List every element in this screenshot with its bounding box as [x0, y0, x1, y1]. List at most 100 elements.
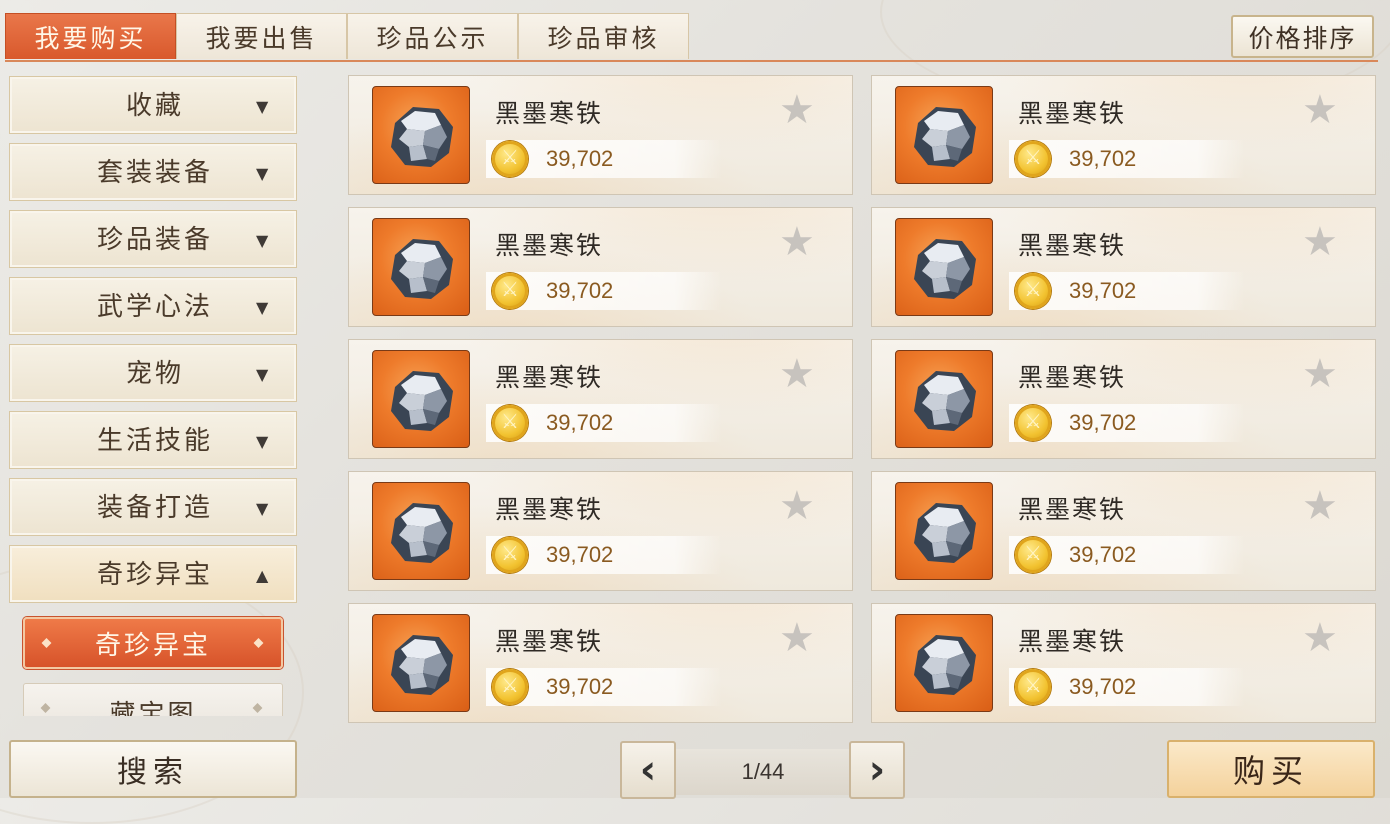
item-name: 黑墨寒铁: [495, 363, 604, 392]
category-sidebar: 收藏 ▼ 套装装备 ▼ 珍品装备 ▼ 武学心法 ▼ 宠物 ▼ 生活技能 ▼ 装备…: [9, 76, 298, 716]
category-label: 宠物: [125, 359, 184, 389]
item-name: 黑墨寒铁: [495, 99, 604, 128]
item-price: 39,702: [1069, 410, 1137, 435]
gold-coin-icon: [1015, 669, 1051, 705]
gold-coin-icon: [492, 141, 528, 177]
gold-coin-icon: [492, 405, 528, 441]
tab-buy[interactable]: 我要购买: [5, 13, 176, 59]
black-iron-ore-icon: [895, 350, 993, 448]
category-label: 套装装备: [96, 158, 213, 188]
item-name: 黑墨寒铁: [1018, 99, 1127, 128]
favorite-star-icon[interactable]: ★: [779, 222, 815, 262]
item-card[interactable]: 黑墨寒铁 39,702 ★: [871, 339, 1376, 459]
gold-coin-icon: [492, 669, 528, 705]
item-name: 黑墨寒铁: [1018, 627, 1127, 656]
favorite-star-icon[interactable]: ★: [1302, 486, 1338, 526]
tab-treasure-showcase[interactable]: 珍品公示: [347, 13, 518, 59]
item-price: 39,702: [1069, 674, 1137, 699]
chevron-down-icon: ▼: [256, 164, 269, 183]
black-iron-ore-icon: [372, 614, 470, 712]
chevron-down-icon: ▼: [256, 298, 269, 317]
subcategory-label: 奇珍异宝: [94, 630, 211, 661]
buy-button[interactable]: 购买: [1167, 740, 1375, 798]
page-indicator: 1/44: [676, 749, 850, 795]
category-label: 收藏: [125, 91, 184, 121]
item-name: 黑墨寒铁: [495, 231, 604, 260]
black-iron-ore-icon: [895, 218, 993, 316]
favorite-star-icon[interactable]: ★: [1302, 222, 1338, 262]
category-pets[interactable]: 宠物 ▼: [9, 344, 297, 402]
item-name: 黑墨寒铁: [1018, 363, 1127, 392]
chevron-down-icon: ▼: [256, 432, 269, 451]
favorite-star-icon[interactable]: ★: [1302, 90, 1338, 130]
chevron-down-icon: ▼: [256, 365, 269, 384]
category-label: 珍品装备: [96, 225, 213, 255]
black-iron-ore-icon: [372, 218, 470, 316]
item-card[interactable]: 黑墨寒铁 39,702 ★: [348, 471, 853, 591]
favorite-star-icon[interactable]: ★: [1302, 354, 1338, 394]
item-card[interactable]: 黑墨寒铁 39,702 ★: [348, 207, 853, 327]
favorite-star-icon[interactable]: ★: [1302, 618, 1338, 658]
gold-coin-icon: [492, 273, 528, 309]
favorite-star-icon[interactable]: ★: [779, 354, 815, 394]
next-page-button[interactable]: ›: [849, 741, 905, 799]
black-iron-ore-icon: [372, 482, 470, 580]
category-label: 装备打造: [96, 493, 213, 523]
price-bar: 39,702: [1009, 272, 1245, 310]
item-price: 39,702: [546, 146, 614, 171]
chevron-down-icon: ▼: [256, 231, 269, 250]
category-set-equipment[interactable]: 套装装备 ▼: [9, 143, 297, 201]
price-bar: 39,702: [1009, 404, 1245, 442]
category-martial-arts[interactable]: 武学心法 ▼: [9, 277, 297, 335]
favorite-star-icon[interactable]: ★: [779, 486, 815, 526]
chevron-left-icon: ‹: [639, 747, 657, 793]
item-card[interactable]: 黑墨寒铁 39,702 ★: [348, 603, 853, 723]
category-label: 武学心法: [96, 292, 213, 322]
item-name: 黑墨寒铁: [1018, 231, 1127, 260]
category-rare-equipment[interactable]: 珍品装备 ▼: [9, 210, 297, 268]
category-rare-treasures[interactable]: 奇珍异宝 ▲: [9, 545, 297, 603]
chevron-up-icon: ▲: [256, 566, 269, 585]
item-card[interactable]: 黑墨寒铁 39,702 ★: [871, 207, 1376, 327]
chevron-down-icon: ▼: [256, 499, 269, 518]
black-iron-ore-icon: [895, 482, 993, 580]
item-card[interactable]: 黑墨寒铁 39,702 ★: [871, 603, 1376, 723]
price-bar: 39,702: [1009, 536, 1245, 574]
subcategory-treasure-map[interactable]: 藏宝图: [23, 683, 283, 716]
item-price: 39,702: [546, 410, 614, 435]
price-sort-button[interactable]: 价格排序: [1231, 15, 1374, 58]
tab-treasure-review[interactable]: 珍品审核: [518, 13, 689, 59]
item-price: 39,702: [546, 542, 614, 567]
black-iron-ore-icon: [372, 350, 470, 448]
favorite-star-icon[interactable]: ★: [779, 618, 815, 658]
item-price: 39,702: [1069, 542, 1137, 567]
prev-page-button[interactable]: ‹: [620, 741, 676, 799]
category-life-skills[interactable]: 生活技能 ▼: [9, 411, 297, 469]
favorite-star-icon[interactable]: ★: [779, 90, 815, 130]
item-card[interactable]: 黑墨寒铁 39,702 ★: [348, 75, 853, 195]
gold-coin-icon: [1015, 405, 1051, 441]
item-name: 黑墨寒铁: [495, 627, 604, 656]
item-card[interactable]: 黑墨寒铁 39,702 ★: [871, 75, 1376, 195]
black-iron-ore-icon: [895, 614, 993, 712]
item-card[interactable]: 黑墨寒铁 39,702 ★: [871, 471, 1376, 591]
category-equipment-crafting[interactable]: 装备打造 ▼: [9, 478, 297, 536]
price-bar: 39,702: [1009, 668, 1245, 706]
black-iron-ore-icon: [895, 86, 993, 184]
search-button[interactable]: 搜索: [9, 740, 297, 798]
category-label: 生活技能: [96, 426, 213, 456]
item-price: 39,702: [1069, 146, 1137, 171]
top-tab-bar: 我要购买 我要出售 珍品公示 珍品审核: [5, 13, 689, 61]
tab-underline: [5, 60, 1378, 62]
pagination: ‹ 1/44 ›: [620, 741, 906, 799]
item-price: 39,702: [546, 674, 614, 699]
subcategory-rare-treasures[interactable]: 奇珍异宝: [23, 617, 283, 669]
chevron-right-icon: ›: [868, 747, 886, 793]
tab-sell[interactable]: 我要出售: [176, 13, 347, 59]
item-card[interactable]: 黑墨寒铁 39,702 ★: [348, 339, 853, 459]
price-bar: 39,702: [486, 668, 722, 706]
category-collection[interactable]: 收藏 ▼: [9, 76, 297, 134]
black-iron-ore-icon: [372, 86, 470, 184]
price-bar: 39,702: [1009, 140, 1245, 178]
chevron-down-icon: ▼: [256, 97, 269, 116]
